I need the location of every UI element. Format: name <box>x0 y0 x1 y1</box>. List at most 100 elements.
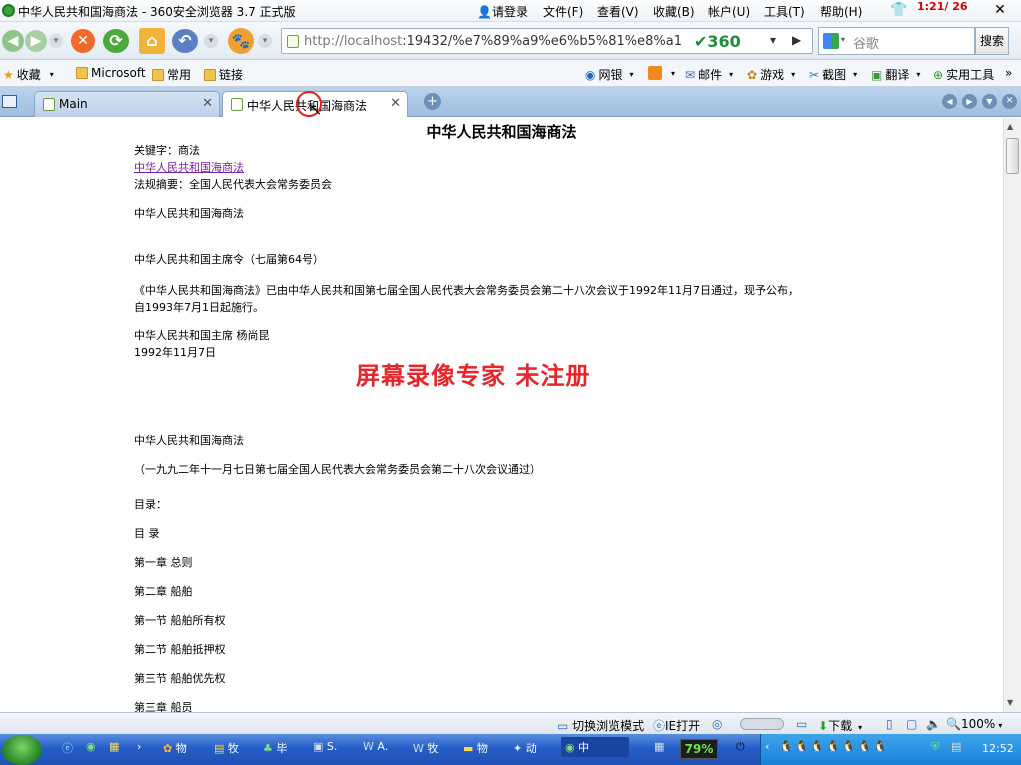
tool-mail[interactable]: ✉ 邮件 ▾ <box>685 66 733 83</box>
undo-close-icon[interactable]: ↶ <box>172 29 198 53</box>
menu-view[interactable]: 查看(V) <box>597 3 639 20</box>
scroll-up-icon[interactable]: ▲ <box>1007 122 1013 131</box>
zoom-control[interactable]: 🔍100% ▾ <box>946 717 1002 731</box>
mail-icon: ✉ <box>685 67 696 82</box>
speaker-icon[interactable]: 🔈 <box>926 717 941 731</box>
sidebar-toggle-icon[interactable] <box>2 95 17 108</box>
page-icon[interactable]: ▯ <box>886 717 893 731</box>
tree-icon: ♣ <box>263 742 273 755</box>
word-icon: W <box>363 740 374 753</box>
favorite-microsoft[interactable]: Microsoft <box>76 66 146 80</box>
globe-icon[interactable]: ◎ <box>712 717 722 731</box>
tool-online-bank[interactable]: ◉ 网银 ▾ <box>585 66 634 83</box>
tool-screenshot[interactable]: ✂ 截图 ▾ <box>809 66 857 83</box>
undo-dropdown-icon[interactable]: ▾ <box>204 34 218 48</box>
doc-line: 第三节 船舶优先权 <box>134 672 226 685</box>
menu-help[interactable]: 帮助(H) <box>820 3 862 20</box>
task-item[interactable]: ▣ S. <box>313 740 337 753</box>
task-item[interactable]: ▬ 物 <box>463 740 488 756</box>
more-tools-chevron-icon[interactable]: » <box>1005 66 1012 80</box>
tool-office[interactable]: ▾ <box>648 66 675 80</box>
menu-file[interactable]: 文件(F) <box>543 3 583 20</box>
stop-icon[interactable]: ✕ <box>71 29 95 53</box>
task-item[interactable]: ▤ 牧 <box>214 740 239 756</box>
address-bar[interactable]: http://localhost:19432/%e7%89%a9%e6%b5%8… <box>281 28 813 54</box>
history-dropdown-icon[interactable]: ▾ <box>49 34 63 48</box>
mode-toggle[interactable] <box>740 718 784 730</box>
tab-main[interactable]: Main ✕ <box>34 91 220 117</box>
favorite-links[interactable]: 链接 <box>204 66 243 83</box>
favorites-menu[interactable]: ★ 收藏 ▾ <box>3 66 54 83</box>
tool-translate[interactable]: ▣ 翻译 ▾ <box>871 66 920 83</box>
vertical-scrollbar[interactable]: ▲ ▼ <box>1003 118 1021 712</box>
search-box[interactable]: ▾ 谷歌 <box>818 27 975 55</box>
task-item[interactable]: W 牧 <box>413 740 438 756</box>
menu-account[interactable]: 帐户(U) <box>708 3 750 20</box>
back-icon[interactable]: ◀ <box>2 30 24 52</box>
qq-icons[interactable]: 🐧🐧🐧🐧🐧🐧🐧 <box>779 740 889 753</box>
search-input[interactable]: 谷歌 <box>853 33 879 52</box>
security-360-badge[interactable]: ✔360 <box>694 32 741 51</box>
switch-mode-button[interactable]: ▭ 切换浏览模式 <box>557 717 644 734</box>
tool-games[interactable]: ✿ 游戏 ▾ <box>747 66 795 83</box>
tab-close-icon[interactable]: ✕ <box>390 96 401 111</box>
task-item-active[interactable]: ◉ 中 <box>561 737 630 757</box>
home-icon[interactable]: ⌂ <box>139 28 165 54</box>
scrollbar-thumb[interactable] <box>1006 138 1019 174</box>
forward-icon[interactable]: ▶ <box>25 30 47 52</box>
plus-circle-icon: ⊕ <box>933 67 944 82</box>
task-item[interactable]: ✿ 物 <box>163 740 187 756</box>
google-icon[interactable] <box>823 33 839 49</box>
windows-quicklaunch-icon[interactable]: ▦ <box>109 740 119 753</box>
mouse-pointer-icon: ↖ <box>309 100 323 119</box>
url-text[interactable]: http://localhost:19432/%e7%89%a9%e6%b5%8… <box>304 34 684 49</box>
browser-quicklaunch-icon[interactable]: ◉ <box>86 740 96 753</box>
tray-expand-icon[interactable]: ‹ <box>765 740 769 753</box>
network-icon[interactable]: ▤ <box>951 740 961 753</box>
start-button[interactable] <box>2 735 42 765</box>
tool-utilities[interactable]: ⊕ 实用工具 <box>933 66 994 83</box>
shirt-icon[interactable]: 👕 <box>890 1 908 19</box>
window-icon[interactable]: ▭ <box>796 717 807 731</box>
task-item[interactable]: W A. <box>363 740 388 753</box>
tab-list-icon[interactable]: ▼ <box>982 94 997 109</box>
favorite-common[interactable]: 常用 <box>152 66 191 83</box>
menu-tools[interactable]: 工具(T) <box>764 3 805 20</box>
ie-icon: ⓔ <box>653 719 666 733</box>
tab-bar: Main ✕ 中华人民共和国海商法 ✕ + ◀ ▶ ▼ ✕ <box>0 87 1021 117</box>
doc-line: 中华人民共和国海商法 <box>134 207 244 220</box>
paw-dropdown-icon[interactable]: ▾ <box>258 34 272 48</box>
ie-open-button[interactable]: ⓔIE打开 <box>653 717 700 734</box>
keyboard-icon[interactable]: ▦ <box>654 740 664 753</box>
search-button[interactable]: 搜索 <box>975 27 1009 55</box>
tab-close-icon[interactable]: ✕ <box>202 96 213 111</box>
office-icon <box>648 66 662 80</box>
power-plug-icon[interactable]: ⏻ <box>736 740 745 754</box>
battery-meter: 79% <box>680 739 718 759</box>
chevron-down-icon: ▾ <box>671 68 676 78</box>
menu-favorites[interactable]: 收藏(B) <box>653 3 695 20</box>
close-tab-icon[interactable]: ✕ <box>1002 94 1017 109</box>
task-item[interactable]: ♣ 毕 <box>263 740 287 756</box>
paw-icon[interactable]: 🐾 <box>228 28 254 54</box>
doc-line: 第一节 船舶所有权 <box>134 614 226 627</box>
task-item[interactable]: ✦ 动 <box>513 740 537 756</box>
scroll-tabs-left-icon[interactable]: ◀ <box>942 94 957 109</box>
close-window-icon[interactable]: ✕ <box>991 1 1009 19</box>
address-dropdown-icon[interactable]: ▾ <box>770 33 776 47</box>
scroll-tabs-right-icon[interactable]: ▶ <box>962 94 977 109</box>
window-list-icon[interactable]: ▢ <box>906 717 917 731</box>
chevron-right-icon[interactable]: › <box>137 740 141 753</box>
page-icon <box>287 35 299 48</box>
ie-quicklaunch-icon[interactable]: ⓔ <box>62 740 73 756</box>
refresh-icon[interactable]: ⟳ <box>103 29 129 53</box>
login-menu[interactable]: 👤请登录 <box>477 3 528 20</box>
go-icon[interactable]: ▶ <box>792 33 801 47</box>
shield-icon[interactable]: ⛨ <box>931 740 939 754</box>
recording-timer: 1:21/ 26 <box>917 0 968 13</box>
scroll-down-icon[interactable]: ▼ <box>1007 698 1013 707</box>
new-tab-icon[interactable]: + <box>424 93 441 110</box>
document-link[interactable]: 中华人民共和国海商法 <box>134 161 244 174</box>
engine-dropdown-icon[interactable]: ▾ <box>841 35 845 44</box>
download-button[interactable]: ⬇下载 ▾ <box>818 717 862 734</box>
